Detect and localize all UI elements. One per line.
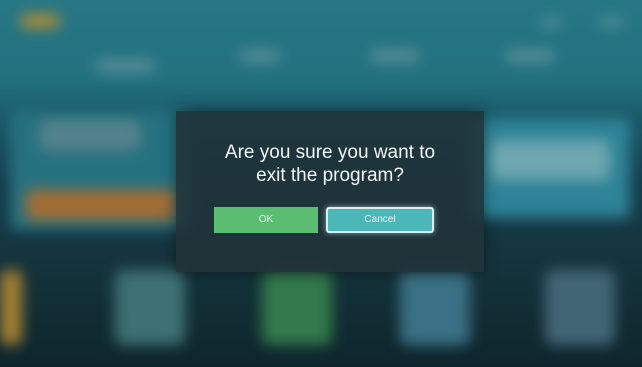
tv-home-screen: Are you sure you want to exit the progra… bbox=[0, 0, 642, 367]
exit-confirm-dialog: Are you sure you want to exit the progra… bbox=[176, 111, 484, 272]
cancel-button[interactable]: Cancel bbox=[326, 207, 434, 233]
ok-button[interactable]: OK bbox=[214, 207, 318, 233]
dialog-message: Are you sure you want to exit the progra… bbox=[224, 142, 436, 186]
